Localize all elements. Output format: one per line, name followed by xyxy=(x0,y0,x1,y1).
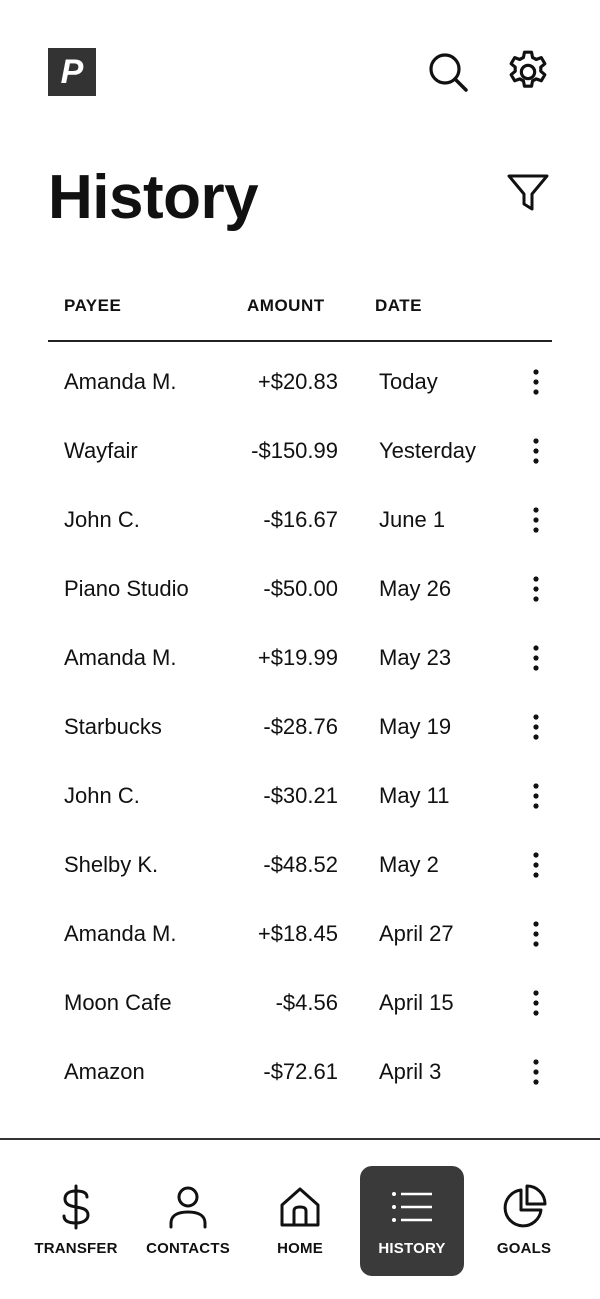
more-vertical-icon xyxy=(533,369,539,395)
date-cell: June 1 xyxy=(379,507,446,532)
payee-cell: John C. xyxy=(64,783,140,808)
payee-cell: Wayfair xyxy=(64,438,138,463)
pie-chart-icon xyxy=(503,1184,547,1228)
nav-home-label: HOME xyxy=(277,1240,323,1257)
date-cell: May 19 xyxy=(379,714,452,739)
nav-contacts[interactable]: CONTACTS xyxy=(136,1166,240,1276)
nav-goals-label: GOALS xyxy=(496,1240,552,1257)
more-vertical-icon xyxy=(533,438,539,464)
amount-cell: -$4.56 xyxy=(275,990,338,1015)
home-icon xyxy=(280,1187,320,1227)
more-options-button[interactable] xyxy=(522,780,550,812)
transaction-row[interactable]: Piano Studio -$50.00 May 26 xyxy=(48,555,552,624)
payee-cell: Piano Studio xyxy=(64,576,189,601)
more-vertical-icon xyxy=(533,714,539,740)
more-vertical-icon xyxy=(533,645,539,671)
column-header-date[interactable]: DATE xyxy=(375,296,422,316)
nav-transfer-label: TRANSFER xyxy=(34,1240,118,1257)
more-options-button[interactable] xyxy=(522,1056,550,1088)
more-vertical-icon xyxy=(533,783,539,809)
search-icon xyxy=(429,53,468,92)
date-cell: May 26 xyxy=(379,576,452,601)
transaction-row[interactable]: John C. -$16.67 June 1 xyxy=(48,486,552,555)
payee-cell: Amanda M. xyxy=(64,369,177,394)
more-options-button[interactable] xyxy=(522,366,550,398)
more-options-button[interactable] xyxy=(522,987,550,1019)
table-header: PAYEE AMOUNT DATE xyxy=(48,290,552,342)
date-cell: April 27 xyxy=(379,921,454,946)
gear-icon xyxy=(509,50,547,88)
more-vertical-icon xyxy=(533,1059,539,1085)
more-vertical-icon xyxy=(533,921,539,947)
date-cell: April 3 xyxy=(379,1059,442,1084)
amount-cell: -$50.00 xyxy=(263,576,338,601)
date-cell: May 2 xyxy=(379,852,439,877)
payee-cell: Amazon xyxy=(64,1059,145,1084)
bottom-navigation: TRANSFER CONTACTS HOME HISTORY GOALS xyxy=(0,1138,600,1299)
amount-cell: -$28.76 xyxy=(263,714,338,739)
date-cell: May 23 xyxy=(379,645,452,670)
date-cell: April 15 xyxy=(379,990,454,1015)
nav-transfer[interactable]: TRANSFER xyxy=(24,1166,128,1276)
nav-history-label: HISTORY xyxy=(378,1240,446,1257)
nav-contacts-label: CONTACTS xyxy=(146,1240,230,1257)
payee-cell: Shelby K. xyxy=(64,852,159,877)
amount-cell: +$20.83 xyxy=(257,369,338,394)
more-vertical-icon xyxy=(533,576,539,602)
more-options-button[interactable] xyxy=(522,504,550,536)
search-button[interactable] xyxy=(424,48,472,96)
more-options-button[interactable] xyxy=(522,642,550,674)
date-cell: Yesterday xyxy=(379,438,477,463)
logo-letter: P xyxy=(60,52,84,91)
history-screen: P History PAYEE AMOUNT DATE Amanda M. +$… xyxy=(0,0,600,1299)
transaction-row[interactable]: Amazon -$72.61 April 3 xyxy=(48,1038,552,1107)
list-icon xyxy=(392,1192,432,1222)
more-vertical-icon xyxy=(533,507,539,533)
amount-cell: -$150.99 xyxy=(251,438,338,463)
filter-icon xyxy=(507,174,549,211)
date-cell: Today xyxy=(379,369,438,394)
more-vertical-icon xyxy=(533,852,539,878)
transaction-row[interactable]: Amanda M. +$19.99 May 23 xyxy=(48,624,552,693)
person-icon xyxy=(169,1186,207,1229)
transaction-row[interactable]: Shelby K. -$48.52 May 2 xyxy=(48,831,552,900)
page-title: History xyxy=(48,163,259,232)
nav-home[interactable]: HOME xyxy=(248,1166,352,1276)
amount-cell: -$30.21 xyxy=(263,783,338,808)
payee-cell: Moon Cafe xyxy=(64,990,172,1015)
payee-cell: John C. xyxy=(64,507,140,532)
amount-cell: +$18.45 xyxy=(257,921,338,946)
amount-cell: -$16.67 xyxy=(263,507,338,532)
nav-goals[interactable]: GOALS xyxy=(472,1166,576,1276)
amount-cell: -$48.52 xyxy=(263,852,338,877)
transaction-row[interactable]: Amanda M. +$20.83 Today xyxy=(48,348,552,417)
transaction-row[interactable]: Starbucks -$28.76 May 19 xyxy=(48,693,552,762)
transaction-row[interactable]: Amanda M. +$18.45 April 27 xyxy=(48,900,552,969)
column-header-amount[interactable]: AMOUNT xyxy=(247,296,325,316)
more-vertical-icon xyxy=(533,990,539,1016)
transaction-row[interactable]: John C. -$30.21 May 11 xyxy=(48,762,552,831)
filter-button[interactable] xyxy=(503,168,553,218)
dollar-icon xyxy=(62,1184,90,1230)
more-options-button[interactable] xyxy=(522,711,550,743)
settings-button[interactable] xyxy=(502,46,554,98)
date-cell: May 11 xyxy=(379,783,450,808)
transaction-row[interactable]: Moon Cafe -$4.56 April 15 xyxy=(48,969,552,1038)
more-options-button[interactable] xyxy=(522,849,550,881)
transaction-row[interactable]: Wayfair -$150.99 Yesterday xyxy=(48,417,552,486)
more-options-button[interactable] xyxy=(522,918,550,950)
nav-history[interactable]: HISTORY xyxy=(360,1166,464,1276)
payee-cell: Amanda M. xyxy=(64,645,177,670)
more-options-button[interactable] xyxy=(522,573,550,605)
amount-cell: +$19.99 xyxy=(257,645,338,670)
payee-cell: Starbucks xyxy=(64,714,162,739)
transaction-list: Amanda M. +$20.83 Today Wayfair -$150.99… xyxy=(48,348,552,1107)
amount-cell: -$72.61 xyxy=(263,1059,338,1084)
column-header-payee[interactable]: PAYEE xyxy=(64,296,121,316)
payee-cell: Amanda M. xyxy=(64,921,177,946)
more-options-button[interactable] xyxy=(522,435,550,467)
logo-icon[interactable]: P xyxy=(48,48,96,96)
